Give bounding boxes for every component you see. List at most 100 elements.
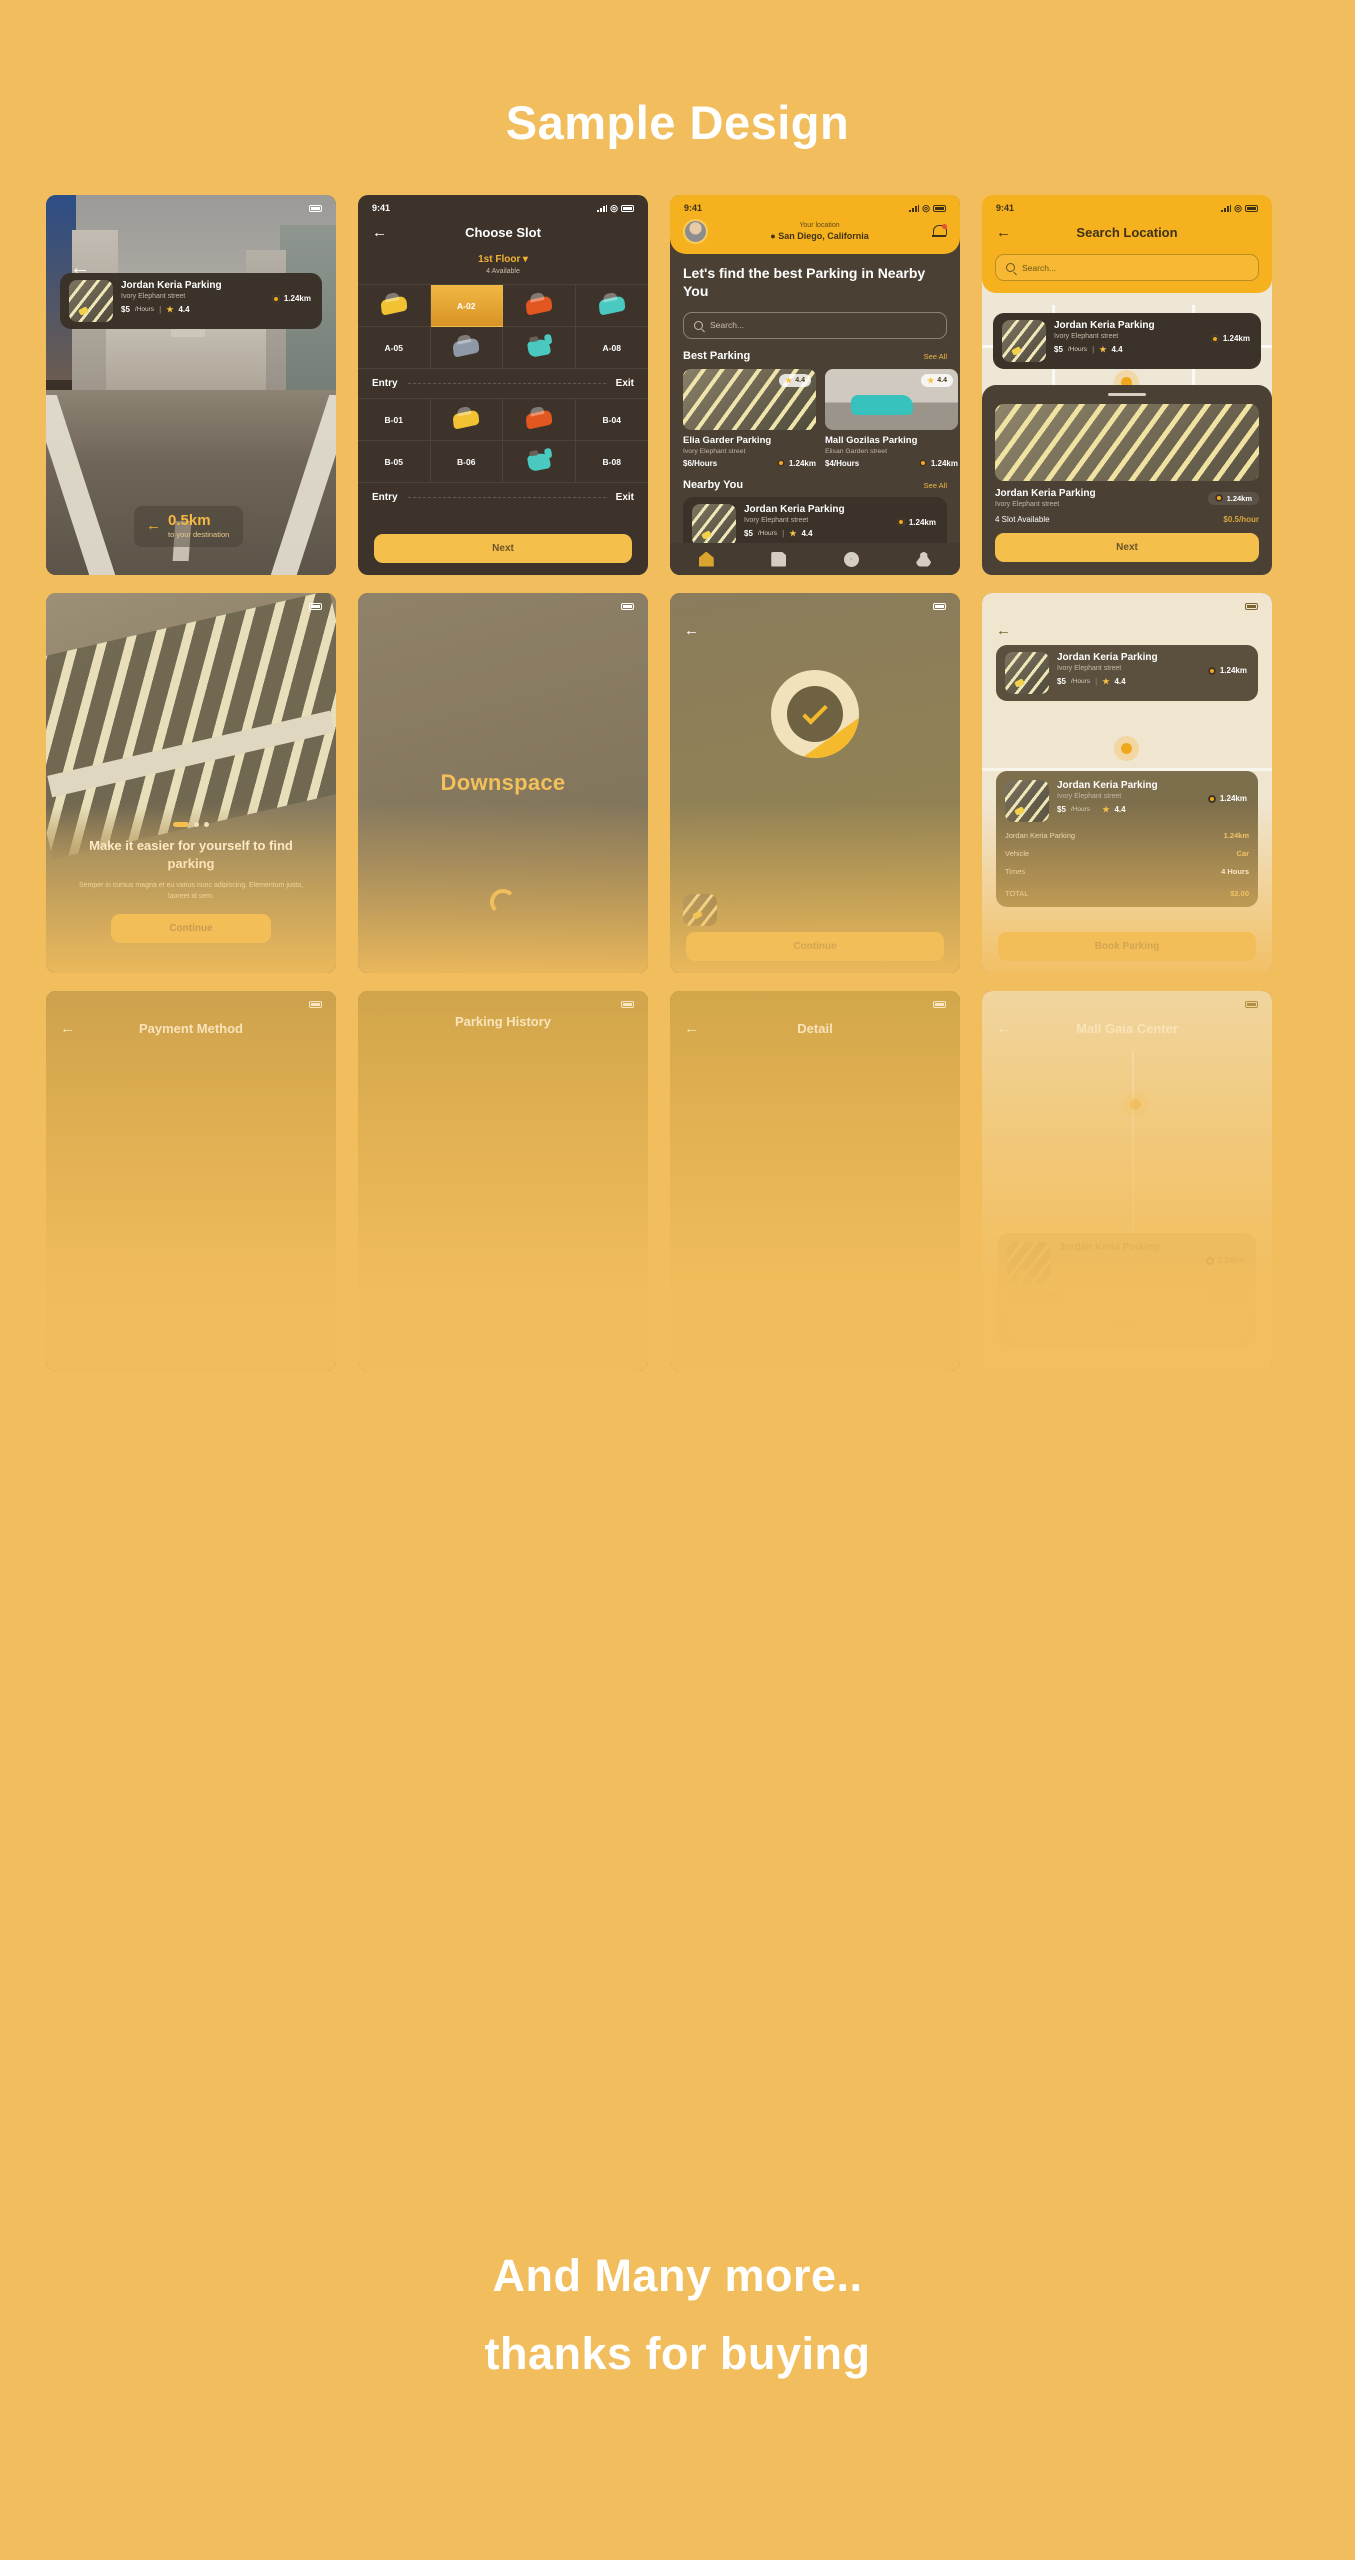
signal-icon xyxy=(909,204,920,212)
slot-cell-free[interactable]: B-08 xyxy=(575,441,648,483)
search-input[interactable]: Search... xyxy=(683,311,947,339)
floor-selector[interactable]: 1st Floor ▾ 4 Available xyxy=(358,254,648,275)
page-title: Search Location xyxy=(1076,225,1178,240)
detail-row: Vehicle Car xyxy=(1005,849,1249,858)
parking-info-card[interactable]: Jordan Keria Parking Ivory Elephant stre… xyxy=(60,273,322,329)
screen-onboarding-photo[interactable]: 19:27 ◎ Make it easier for yourself to f… xyxy=(46,593,336,973)
bottom-tab-bar[interactable] xyxy=(670,543,960,575)
see-all-link[interactable]: See All xyxy=(924,352,947,361)
map-marker[interactable] xyxy=(1121,743,1132,754)
see-all-link[interactable]: See All xyxy=(924,481,947,490)
screen-booking-success[interactable]: 9:41 ◎ ← Booking Success Order Detail In… xyxy=(670,593,960,973)
map-parking-card[interactable]: Jordan Keria Parking Ivory Elephant stre… xyxy=(993,313,1261,369)
notification-bell-icon[interactable] xyxy=(931,223,947,240)
slot-cell-free[interactable]: B-01 xyxy=(358,399,431,441)
back-button[interactable]: ← xyxy=(996,225,1011,240)
parking-price-unit: /Hours xyxy=(1070,678,1091,685)
slot-cell-occupied[interactable] xyxy=(430,327,503,369)
mall-parking-card[interactable]: Jordan Keria Parking 1.24km 4 Slot Avail… xyxy=(998,1233,1256,1347)
nav-bar: ← Choose Slot xyxy=(358,215,648,250)
distance-value: 1.24km xyxy=(1222,334,1250,343)
home-icon[interactable] xyxy=(698,551,714,567)
section-title: Nearby You xyxy=(683,478,744,491)
map-parking-card[interactable]: Jordan Keria Parking Ivory Elephant stre… xyxy=(996,645,1258,701)
slot-grid-b[interactable]: B-01 B-04 B-05 B-06 B-08 xyxy=(358,398,648,483)
row-value: Car xyxy=(1236,849,1249,858)
next-button[interactable]: Next xyxy=(995,533,1259,562)
bottom-sheet[interactable]: Jordan Keria Parking Ivory Elephant stre… xyxy=(982,385,1272,575)
battery-icon xyxy=(933,1000,946,1008)
slot-grid-a[interactable]: A-02 A-05 A-08 xyxy=(358,284,648,369)
back-button[interactable]: ← xyxy=(996,623,1011,638)
slot-cell-occupied[interactable] xyxy=(503,285,576,327)
distance-value: 1.24km xyxy=(1219,794,1247,803)
location-row[interactable]: Your location ● San Diego, California xyxy=(670,215,960,244)
next-button[interactable]: Next xyxy=(1007,1309,1247,1338)
slot-cell-occupied[interactable] xyxy=(503,399,576,441)
rating-badge: ★ 4.4 xyxy=(921,373,953,387)
slot-cell-selected[interactable]: A-02 xyxy=(430,285,503,327)
pager-dots[interactable] xyxy=(68,822,314,827)
status-bar: 9:41 ◎ xyxy=(670,195,960,215)
back-button[interactable]: ← xyxy=(372,225,387,240)
screen-splash[interactable]: Downspace 19:27 ◎ xyxy=(358,593,648,973)
screen-payment-method[interactable]: 9:41 ◎ ← Payment Method Bank Transfer ▴ … xyxy=(46,991,336,1371)
parking-street: Ivory Elephant street xyxy=(683,447,746,455)
back-button[interactable]: ← xyxy=(684,623,699,638)
map-marker[interactable] xyxy=(1130,1099,1141,1110)
slot-cell-occupied[interactable] xyxy=(575,285,648,327)
document-icon[interactable] xyxy=(771,551,787,567)
slot-cell-occupied[interactable] xyxy=(503,327,576,369)
battery-icon xyxy=(309,204,322,212)
location-pin-icon xyxy=(1207,666,1216,675)
nav-bar: Parking History xyxy=(358,1011,648,1031)
nav-bar: ← Payment Method xyxy=(46,1011,336,1046)
search-placeholder: Search... xyxy=(1022,262,1057,273)
screen-choose-slot[interactable]: 9:41 ◎ ← Choose Slot 1st Floor ▾ 4 Avail… xyxy=(358,195,648,575)
dot[interactable] xyxy=(194,822,199,827)
distance-value: 1.24km xyxy=(1217,1256,1245,1265)
back-button[interactable]: ← xyxy=(684,1021,699,1036)
footer: And Many more.. thanks for buying xyxy=(0,2250,1355,2380)
best-parking-card[interactable]: ★ 4.4 Mall Gozilas Parking Elisan Garden … xyxy=(825,368,958,468)
avatar[interactable] xyxy=(683,219,708,244)
booking-detail-card[interactable]: Jordan Keria Parking Ivory Elephant stre… xyxy=(996,771,1258,907)
screen-book-parking[interactable]: 9:41 ◎ ← Jordan Keria Parking Ivory Elep… xyxy=(982,593,1272,973)
slot-cell-free[interactable]: B-06 xyxy=(430,441,503,483)
screen-order-detail[interactable]: 9:41 ◎ ← Detail Order Detail Location Ma… xyxy=(670,991,960,1371)
slot-cell-occupied[interactable] xyxy=(503,441,576,483)
status-time: 9:41 xyxy=(684,203,703,213)
screen-home[interactable]: 9:41 ◎ Your location ● San Diego, Califo… xyxy=(670,195,960,575)
parking-photo xyxy=(995,404,1259,481)
best-parking-card[interactable]: ★ 4.4 Elia Garder Parking Ivory Elephant … xyxy=(683,368,816,468)
slot-cell-free[interactable]: B-04 xyxy=(575,399,648,441)
slot-cell-free[interactable]: A-08 xyxy=(575,327,648,369)
slot-cell-free[interactable]: B-05 xyxy=(358,441,431,483)
profile-icon[interactable] xyxy=(916,551,932,567)
slot-cell-free[interactable]: A-05 xyxy=(358,327,431,369)
parking-price: $6 xyxy=(683,458,692,468)
screen-search-location[interactable]: 9:41 ◎ ← Search Location Search... Jorda… xyxy=(982,195,1272,575)
location-text: San Diego, California xyxy=(778,231,869,241)
book-parking-button[interactable]: Book Parking xyxy=(998,932,1256,961)
parking-price: $5 xyxy=(744,528,753,538)
parking-rating: 4.4 xyxy=(1111,345,1123,354)
dot[interactable] xyxy=(204,822,209,827)
slot-cell-occupied[interactable] xyxy=(430,399,503,441)
page-title: Sample Design xyxy=(505,96,850,149)
screen-parking-history[interactable]: 9:41 ◎ Parking History Slot A-02#1356753… xyxy=(358,991,648,1371)
next-button[interactable]: Next xyxy=(374,534,632,563)
search-input[interactable]: Search... xyxy=(995,254,1259,281)
compass-icon[interactable] xyxy=(843,551,859,567)
continue-button[interactable]: Continue xyxy=(686,932,944,961)
sheet-grabber[interactable] xyxy=(1108,393,1146,396)
screen-mall-map[interactable]: 9:41 ◎ ← Mall Gaia Center Jordan Keria P… xyxy=(982,991,1272,1371)
screen-navigation[interactable]: 9:41 ◎ ← Jordan Keria Parking Ivory Elep… xyxy=(46,195,336,575)
chevron-down-icon[interactable]: ▾ xyxy=(523,254,528,265)
back-button[interactable]: ← xyxy=(60,1021,75,1036)
slot-cell-occupied[interactable] xyxy=(358,285,431,327)
continue-button[interactable]: Continue xyxy=(111,914,271,944)
best-parking-list[interactable]: ★ 4.4 Elia Garder Parking Ivory Elephant … xyxy=(683,368,958,468)
dot-active[interactable] xyxy=(173,822,189,827)
back-button[interactable]: ← xyxy=(996,1021,1011,1036)
